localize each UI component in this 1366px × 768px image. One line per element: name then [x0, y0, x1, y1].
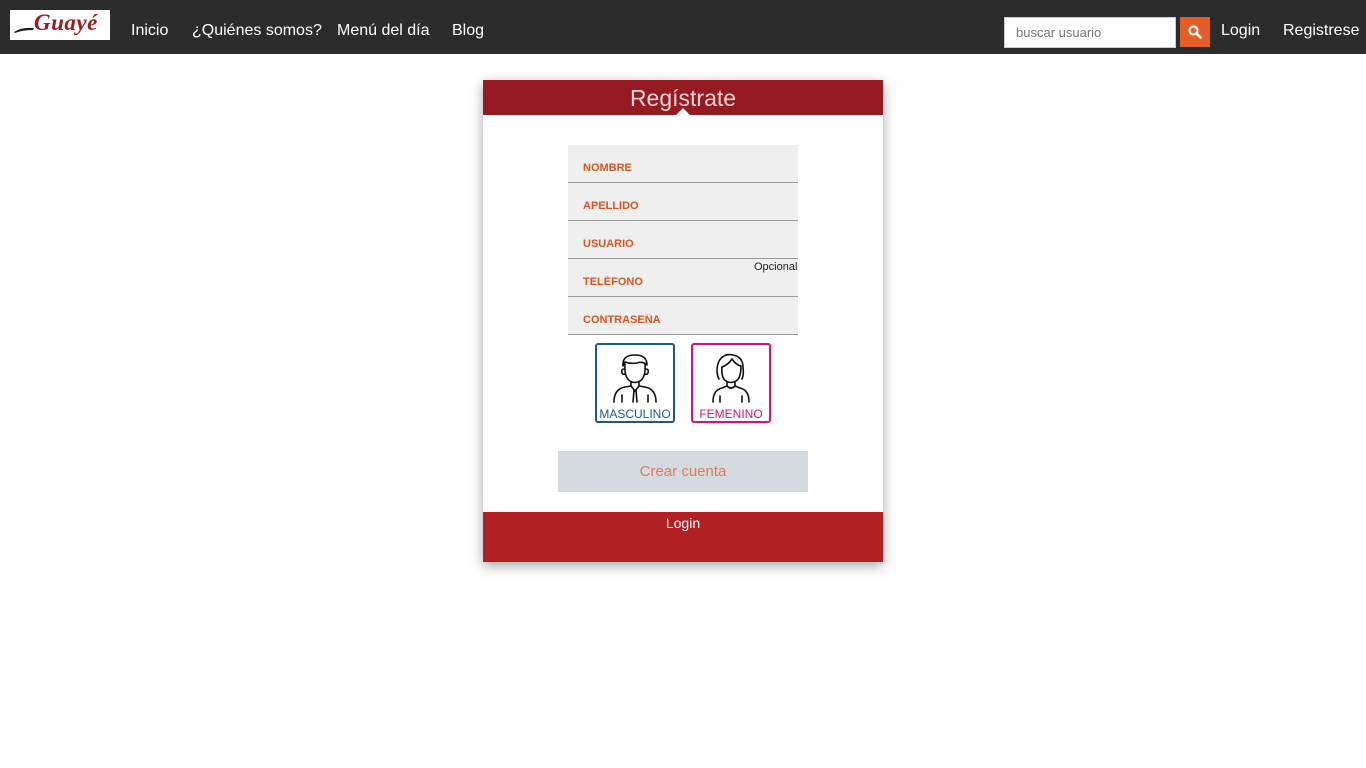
usuario-input[interactable] [568, 221, 798, 258]
usuario-field-wrapper [568, 221, 798, 259]
contrasena-input[interactable] [568, 297, 798, 334]
logo-text: Guayé [34, 10, 98, 35]
create-account-button[interactable]: Crear cuenta [558, 451, 808, 492]
gender-option-female[interactable]: FEMENINO [691, 343, 771, 423]
nav-link-registrese[interactable]: Registrese [1283, 22, 1359, 40]
apellido-field-wrapper [568, 183, 798, 221]
logo-pen-icon [14, 27, 34, 33]
female-avatar-icon [712, 353, 750, 403]
site-logo[interactable]: Guayé [10, 10, 110, 40]
male-avatar-icon [613, 354, 657, 403]
nav-link-login[interactable]: Login [1221, 22, 1260, 40]
card-footer: Login [483, 512, 883, 562]
nav-link-menu-del-dia[interactable]: Menú del día [337, 22, 430, 40]
apellido-input[interactable] [568, 183, 798, 220]
gender-label-male: MASCULINO [599, 407, 671, 421]
footer-login-link[interactable]: Login [483, 515, 883, 531]
nombre-input[interactable] [568, 145, 798, 182]
register-card: Regístrate Opcional MASCULINO [483, 80, 883, 562]
gender-option-male[interactable]: MASCULINO [595, 343, 675, 423]
nombre-field-wrapper [568, 145, 798, 183]
header-notch [676, 108, 690, 115]
optional-note: Opcional [754, 261, 798, 273]
search-input[interactable] [1004, 17, 1176, 48]
contrasena-field-wrapper [568, 297, 798, 335]
nav-link-blog[interactable]: Blog [452, 22, 484, 40]
top-navbar: Guayé Inicio ¿Quiénes somos? Menú del dí… [0, 0, 1366, 54]
search-button[interactable] [1180, 17, 1210, 47]
gender-label-female: FEMENINO [699, 407, 763, 421]
nav-link-quienes-somos[interactable]: ¿Quiénes somos? [192, 22, 322, 40]
search-icon [1188, 25, 1202, 39]
card-header: Regístrate [483, 80, 883, 115]
nav-link-inicio[interactable]: Inicio [131, 22, 168, 40]
